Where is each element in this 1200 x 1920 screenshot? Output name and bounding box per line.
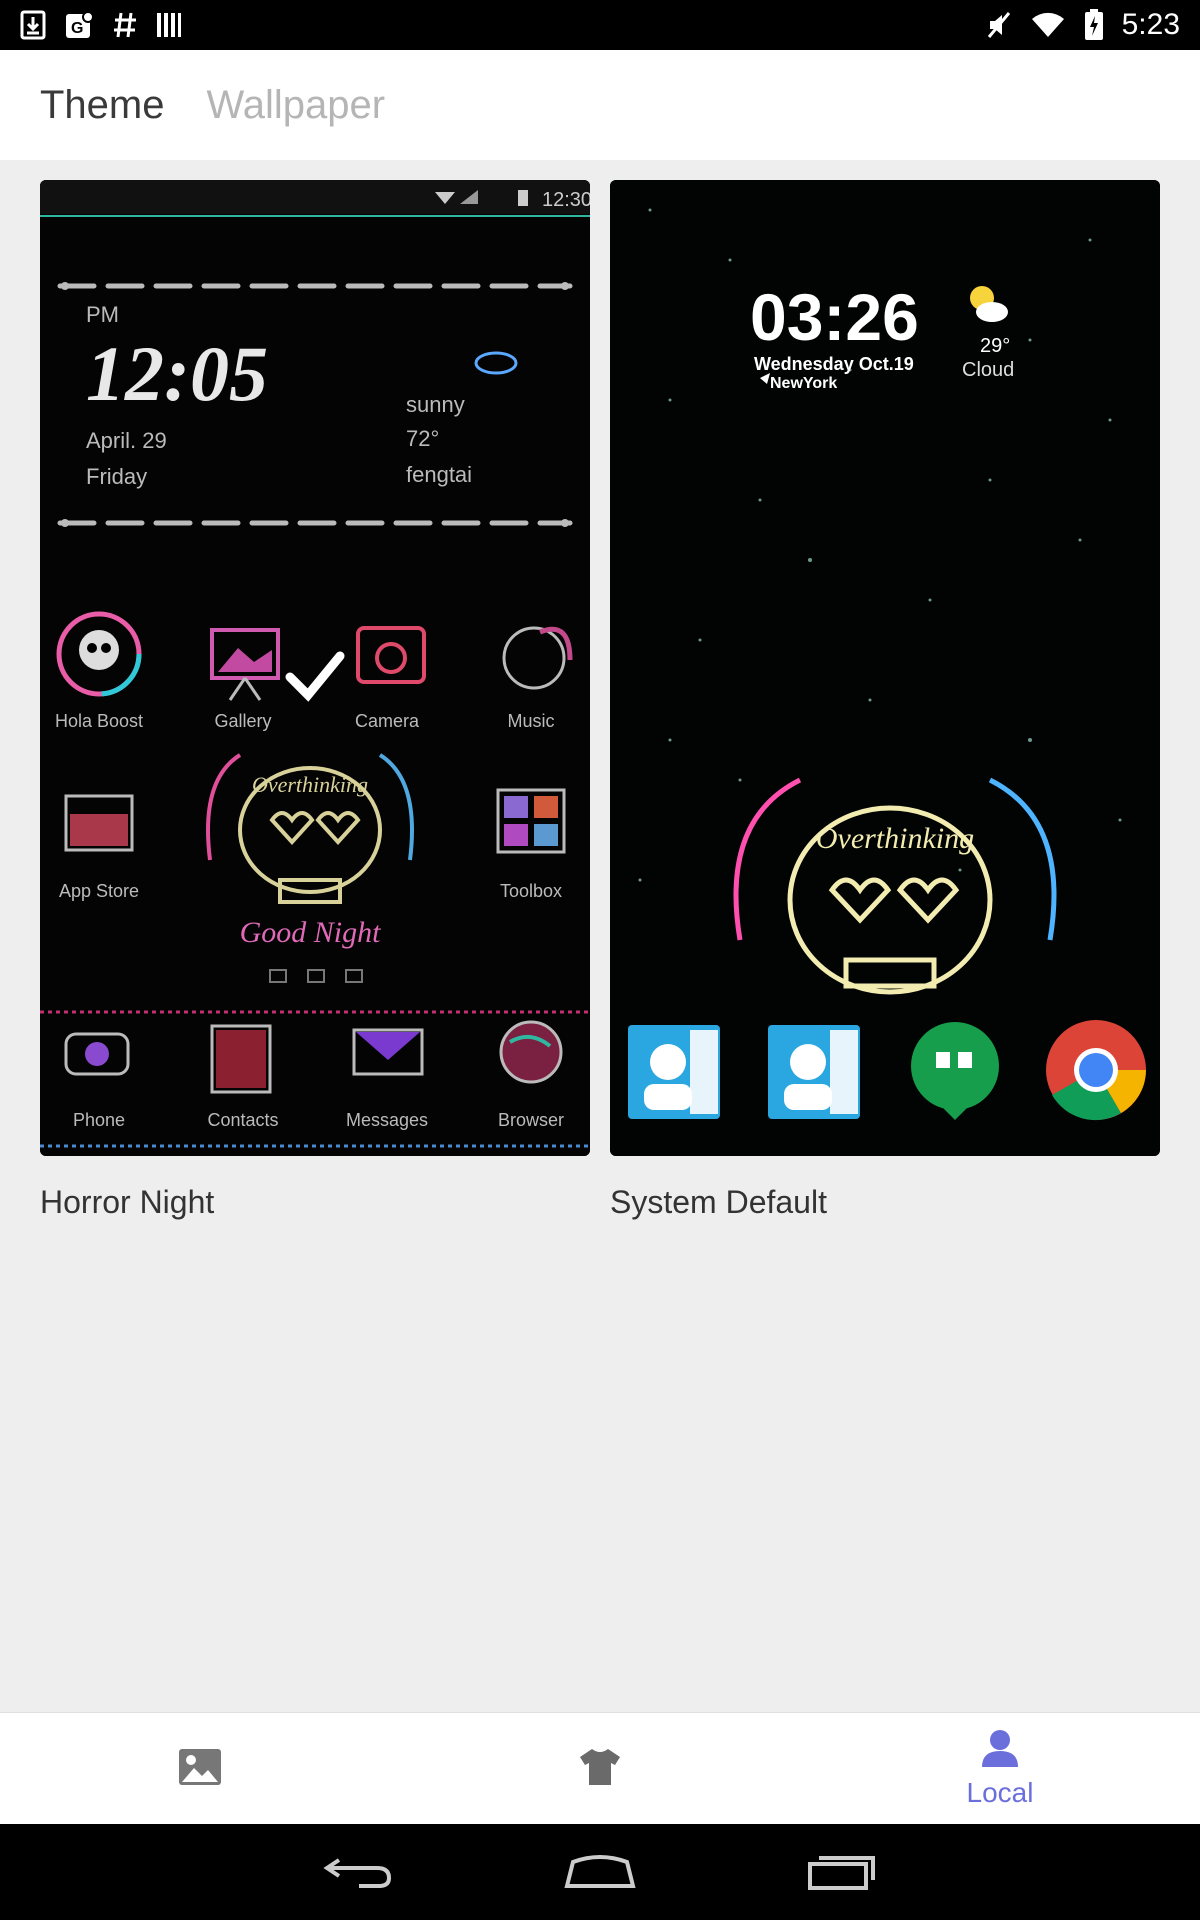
download-icon [20, 10, 46, 40]
app-label-gallery: Gallery [214, 711, 271, 731]
preview-date: Wednesday Oct.19 [754, 354, 914, 374]
battery-icon [518, 190, 528, 206]
app-label-music: Music [507, 711, 554, 731]
image-icon [178, 1748, 222, 1790]
dock-label-browser: Browser [498, 1110, 564, 1130]
app-label-app-store: App Store [59, 881, 139, 901]
app-label-toolbox: Toolbox [500, 881, 562, 901]
theme-name: Horror Night [40, 1184, 215, 1220]
sticker-text: Overthinking [252, 772, 368, 797]
sticker-subtext: Good Night [240, 916, 382, 949]
preview-ampm: PM [86, 302, 119, 327]
theme-preview[interactable]: 03:26 Wednesday Oct.19 NewYork 29° Cloud [610, 180, 1160, 1156]
theme-name: System Default [610, 1184, 827, 1220]
status-time: 5:23 [1121, 8, 1180, 41]
home-icon[interactable] [563, 1850, 637, 1894]
hashtag-icon [112, 10, 138, 40]
theme-preview[interactable]: 12:30 PM 12:05 April. 29 Friday sunny 72… [40, 180, 590, 1156]
recents-icon[interactable] [807, 1850, 877, 1894]
preview-weather: Cloud [962, 359, 1014, 381]
theme-card-horror-night[interactable]: 12:30 PM 12:05 April. 29 Friday sunny 72… [40, 180, 590, 1221]
preview-temp: 29° [980, 335, 1010, 357]
nav-themes[interactable] [400, 1713, 800, 1824]
tab-header: Theme Wallpaper [0, 50, 1200, 160]
app-label-hola-boost: Hola Boost [55, 711, 143, 731]
preview-clock: 12:05 [86, 330, 268, 417]
mute-icon [986, 10, 1012, 40]
app-label-camera: Camera [355, 711, 420, 731]
battery-icon [1084, 9, 1104, 41]
preview-day: Friday [86, 464, 147, 489]
preview-temp: 72° [406, 426, 439, 451]
tab-theme[interactable]: Theme [40, 83, 165, 128]
contacts-icon [628, 1025, 720, 1119]
system-nav-bar [0, 1824, 1200, 1920]
preview-clock: 03:26 [750, 280, 919, 354]
dock-label-messages: Messages [346, 1110, 428, 1130]
dock-label-phone: Phone [73, 1110, 125, 1130]
tab-wallpaper[interactable]: Wallpaper [207, 83, 386, 128]
wifi-icon [1030, 10, 1066, 40]
maps-icon: G [64, 10, 94, 40]
contacts-icon [210, 1024, 272, 1094]
preview-location: NewYork [770, 375, 837, 392]
preview-weather: sunny [406, 392, 465, 417]
person-icon [981, 1729, 1019, 1773]
browser-icon [499, 1020, 563, 1084]
preview-date: April. 29 [86, 428, 167, 453]
theme-screen: G 5:23 Theme Wallpaper 12:30 PM 12:05 Ap… [0, 0, 1200, 1920]
contacts-icon [768, 1025, 860, 1119]
nav-local[interactable]: Local [800, 1713, 1200, 1824]
svg-text:G: G [71, 20, 83, 37]
dock-label-contacts: Contacts [207, 1110, 278, 1130]
status-bar: G 5:23 [0, 0, 1200, 50]
chrome-icon [1046, 1020, 1146, 1121]
preview-status-time: 12:30 [542, 189, 590, 211]
sticker-text: Overthinking [816, 822, 974, 855]
shirt-icon [578, 1747, 622, 1791]
back-icon[interactable] [323, 1850, 393, 1894]
barcode-icon [156, 10, 182, 40]
nav-wallpapers[interactable] [0, 1713, 400, 1824]
bottom-nav: Local [0, 1712, 1200, 1824]
nav-label-local: Local [966, 1776, 1034, 1808]
theme-card-system-default[interactable]: 03:26 Wednesday Oct.19 NewYork 29° Cloud [610, 180, 1160, 1221]
preview-location: fengtai [406, 462, 472, 487]
